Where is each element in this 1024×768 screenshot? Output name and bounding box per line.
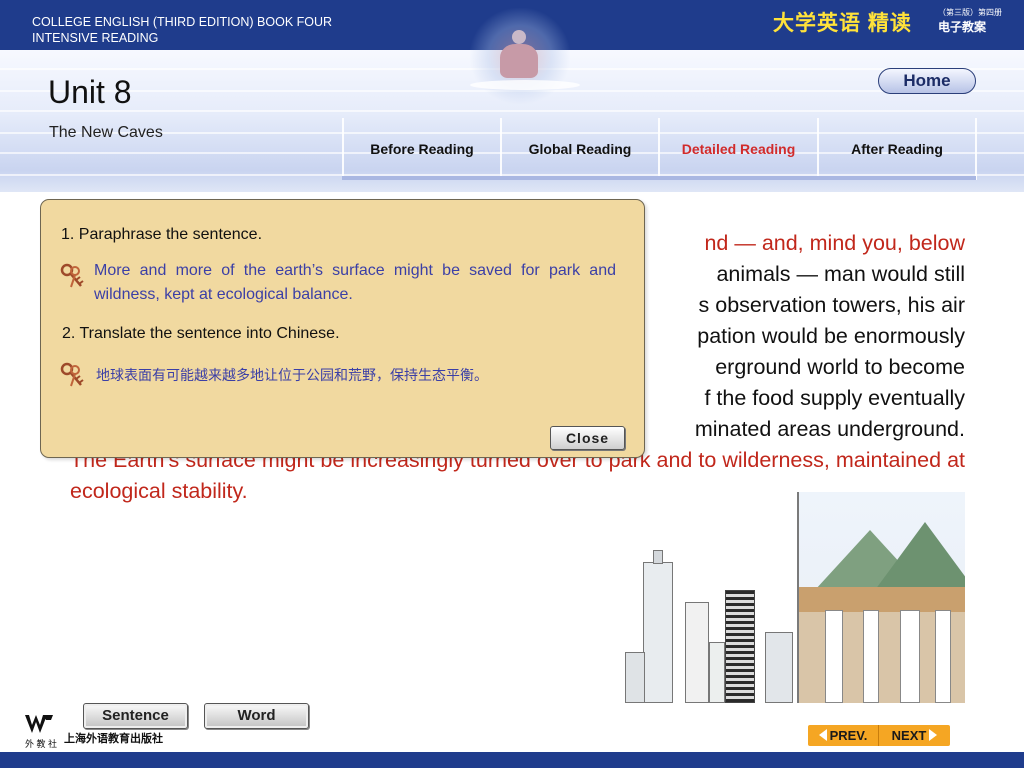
prev-label: PREV.	[829, 728, 868, 743]
header-photo-person-head	[512, 30, 526, 44]
chinese-subtitle: 电子教案	[938, 20, 987, 34]
underground-tower	[900, 610, 920, 703]
edition-note: （第三版）第四册	[938, 8, 1002, 17]
building	[709, 642, 725, 703]
header-photo-snow	[470, 80, 580, 90]
building	[765, 632, 793, 703]
arrow-left-icon	[818, 729, 827, 741]
skyscraper-top	[653, 550, 663, 564]
question-1: 1. Paraphrase the sentence.	[61, 226, 263, 243]
next-button[interactable]: NEXT	[878, 725, 950, 746]
publisher-name: 上海外语教育出版社	[64, 733, 163, 745]
skyscraper	[643, 562, 673, 703]
header-stripe	[0, 110, 1024, 112]
underground-tower	[935, 610, 951, 703]
arrow-right-icon	[929, 729, 938, 741]
prev-button[interactable]: PREV.	[808, 725, 878, 746]
answer-2: 地球表面有可能越来越多地让位于公园和荒野，保持生态平衡。	[96, 367, 488, 383]
bottom-bar	[0, 752, 1024, 768]
next-label: NEXT	[891, 728, 927, 743]
key-icon	[60, 362, 84, 387]
tab-after-reading[interactable]: After Reading	[819, 118, 975, 180]
sentence-button[interactable]: Sentence	[83, 703, 188, 729]
question-2: 2. Translate the sentence into Chinese.	[62, 325, 340, 342]
close-button[interactable]: Close	[550, 426, 625, 450]
underground-tower	[863, 610, 879, 703]
tab-divider	[975, 118, 977, 180]
tab-before-reading[interactable]: Before Reading	[344, 118, 500, 180]
unit-title: Unit 8	[48, 74, 132, 110]
building	[625, 652, 645, 703]
key-icon	[60, 263, 84, 288]
home-button[interactable]: Home	[878, 68, 976, 94]
passage-text: nd — and, mind you, below	[704, 231, 965, 255]
unit-subtitle: The New Caves	[49, 124, 163, 141]
publisher-logo-icon	[25, 715, 53, 733]
answer-popup: 1. Paraphrase the sentence. More and mor…	[40, 199, 645, 458]
tab-global-reading[interactable]: Global Reading	[502, 118, 658, 180]
city-illustration	[625, 492, 965, 703]
tab-detailed-reading[interactable]: Detailed Reading	[660, 118, 817, 180]
publisher-mark: 外 教 社	[25, 739, 58, 749]
glass-tower	[725, 590, 755, 703]
header-photo-person	[500, 44, 538, 78]
chinese-title: 大学英语 精读	[773, 12, 912, 35]
answer-1: More and more of the earth’s surface mig…	[94, 262, 616, 303]
course-title: COLLEGE ENGLISH (THIRD EDITION) BOOK FOU…	[32, 15, 333, 45]
underground-tower	[825, 610, 843, 703]
building	[685, 602, 709, 703]
mountain	[875, 522, 965, 590]
word-button[interactable]: Word	[204, 703, 309, 729]
